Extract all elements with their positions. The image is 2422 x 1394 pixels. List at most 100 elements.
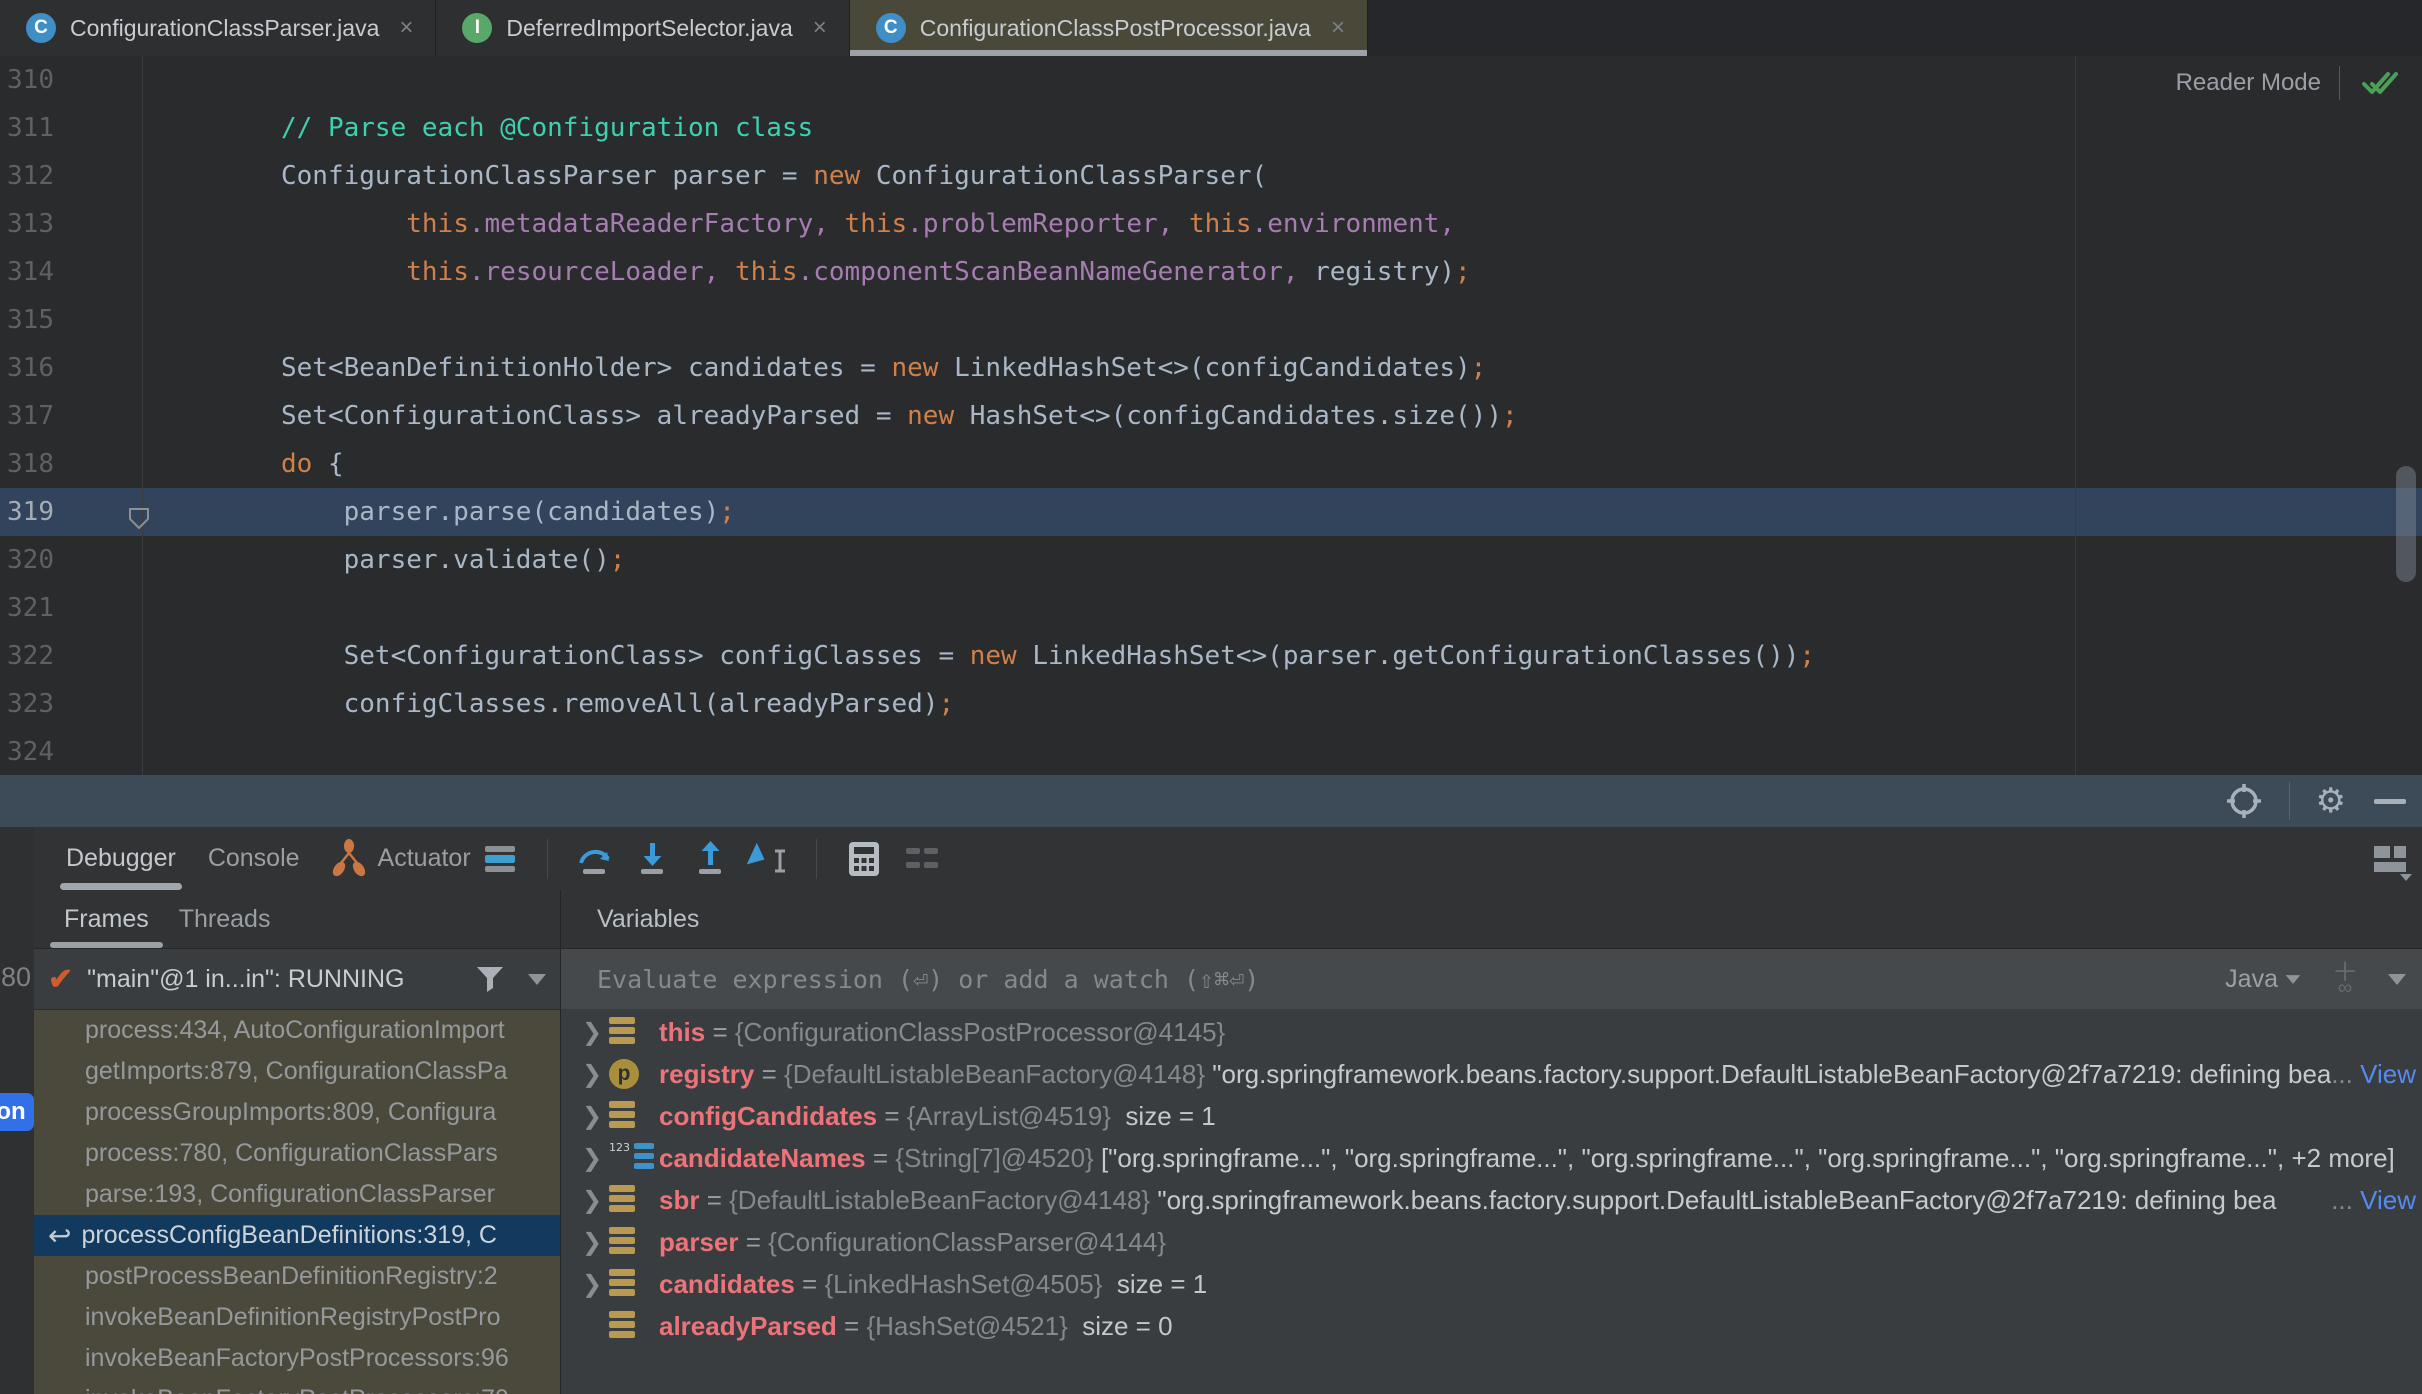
frame-row[interactable]: process:780, ConfigurationClassPars <box>34 1133 560 1174</box>
language-selector[interactable]: Java <box>2225 965 2302 994</box>
run-to-cursor-icon[interactable] <box>746 836 792 882</box>
tab-close-icon[interactable]: × <box>399 14 413 42</box>
evaluate-expression-row[interactable]: Evaluate expression (⏎) or add a watch (… <box>561 949 2422 1009</box>
expand-chevron-icon[interactable]: ❯ <box>575 1228 609 1256</box>
line-number[interactable]: 310 <box>0 56 142 104</box>
evaluate-expression-icon[interactable] <box>841 836 887 882</box>
reader-mode-label[interactable]: Reader Mode <box>2176 69 2321 97</box>
editor-gutter[interactable]: 3103113123133143153163173183193203213223… <box>0 56 143 775</box>
code-line[interactable]: this.resourceLoader, this.componentScanB… <box>0 248 2422 296</box>
frame-row[interactable]: getImports:879, ConfigurationClassPa <box>34 1051 560 1092</box>
frames-subtab-threads[interactable]: Threads <box>179 890 271 948</box>
settings-gear-icon[interactable]: ⚙ <box>2316 784 2346 818</box>
tab-filename: DeferredImportSelector.java <box>506 15 792 42</box>
debug-panel-titlebar[interactable]: ⚙ <box>0 775 2422 827</box>
expand-chevron-icon[interactable]: ❯ <box>575 1186 609 1214</box>
code-editor[interactable]: // Parse each @Configuration classConfig… <box>0 56 2422 775</box>
code-line[interactable]: Set<ConfigurationClass> alreadyParsed = … <box>0 392 2422 440</box>
editor-tab-2[interactable]: CConfigurationClassPostProcessor.java× <box>850 0 1368 56</box>
line-number[interactable]: 322 <box>0 632 142 680</box>
frame-row-selected[interactable]: ↩processConfigBeanDefinitions:319, C <box>34 1215 560 1256</box>
line-number[interactable]: 316 <box>0 344 142 392</box>
restore-layout-icon[interactable] <box>2370 838 2414 882</box>
variable-row-registry[interactable]: ❯pregistry = {DefaultListableBeanFactory… <box>561 1053 2422 1095</box>
code-line[interactable]: Set<BeanDefinitionHolder> candidates = n… <box>0 344 2422 392</box>
debug-tab-console[interactable]: Console <box>208 827 300 890</box>
expand-chevron-icon[interactable]: ❯ <box>575 1270 609 1298</box>
code-line[interactable]: // Parse each @Configuration class <box>0 104 2422 152</box>
thread-selector[interactable]: ✔ "main"@1 in...in": RUNNING <box>34 949 560 1010</box>
filter-frames-icon[interactable] <box>474 964 506 994</box>
expand-chevron-icon[interactable]: ❯ <box>575 1102 609 1130</box>
variable-row-alreadyParsed[interactable]: alreadyParsed = {HashSet@4521} size = 0 <box>561 1305 2422 1347</box>
debug-tab-debugger[interactable]: Debugger <box>66 827 176 890</box>
expand-chevron-icon[interactable]: ❯ <box>575 1144 609 1172</box>
evaluate-expression-input[interactable]: Evaluate expression (⏎) or add a watch (… <box>597 965 2205 994</box>
line-number[interactable]: 315 <box>0 296 142 344</box>
frame-row[interactable]: processGroupImports:809, Configura <box>34 1092 560 1133</box>
step-over-icon[interactable] <box>572 836 618 882</box>
editor-scrollbar-thumb[interactable] <box>2396 466 2416 582</box>
expand-chevron-icon[interactable]: ❯ <box>575 1060 609 1088</box>
line-number[interactable]: 318 <box>0 440 142 488</box>
code-line[interactable]: this.metadataReaderFactory, this.problem… <box>0 200 2422 248</box>
code-line[interactable]: parser.validate(); <box>0 536 2422 584</box>
code-token: new <box>891 353 938 383</box>
line-number[interactable]: 320 <box>0 536 142 584</box>
view-link[interactable]: ... View <box>2331 1059 2422 1090</box>
variable-row-this[interactable]: ❯this = {ConfigurationClassPostProcessor… <box>561 1011 2422 1053</box>
frames-subtab-frames[interactable]: Frames <box>64 890 149 948</box>
code-line[interactable]: Set<ConfigurationClass> configClasses = … <box>0 632 2422 680</box>
line-number[interactable]: 324 <box>0 728 142 775</box>
frame-row[interactable]: postProcessBeanDefinitionRegistry:2 <box>34 1256 560 1297</box>
frame-row[interactable]: invokeBeanFactoryPostProcessors:70 <box>34 1379 560 1394</box>
code-line[interactable]: configClasses.removeAll(alreadyParsed); <box>0 680 2422 728</box>
editor-tab-1[interactable]: IDeferredImportSelector.java× <box>436 0 849 56</box>
frame-row[interactable]: invokeBeanFactoryPostProcessors:96 <box>34 1338 560 1379</box>
line-number[interactable]: 313 <box>0 200 142 248</box>
line-number[interactable]: 314 <box>0 248 142 296</box>
value-variable-icon <box>609 1185 645 1215</box>
variable-row-candidateNames[interactable]: ❯123candidateNames = {String[7]@4520} ["… <box>561 1137 2422 1179</box>
code-token: ; <box>1799 641 1815 671</box>
frame-row[interactable]: invokeBeanDefinitionRegistryPostPro <box>34 1297 560 1338</box>
clipped-blue-badge: on <box>0 1093 34 1131</box>
tab-close-icon[interactable]: × <box>813 14 827 42</box>
line-number[interactable]: 319 <box>0 488 142 536</box>
line-number[interactable]: 312 <box>0 152 142 200</box>
variable-row-sbr[interactable]: ❯sbr = {DefaultListableBeanFactory@4148}… <box>561 1179 2422 1221</box>
step-out-icon[interactable] <box>688 836 734 882</box>
expand-watches-caret[interactable] <box>2388 974 2406 985</box>
debug-tab-actuator[interactable]: Actuator <box>332 827 471 890</box>
variable-row-parser[interactable]: ❯parser = {ConfigurationClassParser@4144… <box>561 1221 2422 1263</box>
line-number[interactable]: 311 <box>0 104 142 152</box>
code-line[interactable] <box>0 584 2422 632</box>
code-line[interactable] <box>0 56 2422 104</box>
inspections-ok-icon[interactable] <box>2358 66 2398 100</box>
fold-region-icon[interactable] <box>126 505 152 531</box>
code-line[interactable] <box>0 296 2422 344</box>
code-line[interactable]: do { <box>0 440 2422 488</box>
variable-row-candidates[interactable]: ❯candidates = {LinkedHashSet@4505} size … <box>561 1263 2422 1305</box>
layout-settings-icon[interactable] <box>899 836 945 882</box>
editor-tab-0[interactable]: CConfigurationClassParser.java× <box>0 0 436 56</box>
show-execution-point-icon[interactable] <box>2225 782 2263 820</box>
view-options-icon[interactable] <box>477 836 523 882</box>
frame-row[interactable]: parse:193, ConfigurationClassParser <box>34 1174 560 1215</box>
view-link[interactable]: ... View <box>2331 1185 2422 1216</box>
code-line[interactable] <box>0 728 2422 775</box>
variable-row-configCandidates[interactable]: ❯configCandidates = {ArrayList@4519} siz… <box>561 1095 2422 1137</box>
thread-dropdown-caret[interactable] <box>528 974 546 985</box>
expand-chevron-icon[interactable]: ❯ <box>575 1018 609 1046</box>
tab-close-icon[interactable]: × <box>1331 14 1345 42</box>
line-number[interactable]: 323 <box>0 680 142 728</box>
add-watch-icon[interactable]: ＋∞ <box>2332 963 2358 995</box>
current-execution-line[interactable]: parser.parse(candidates); <box>0 488 2422 536</box>
code-token: .metadataReaderFactory, <box>469 209 845 239</box>
frame-row[interactable]: process:434, AutoConfigurationImport <box>34 1010 560 1051</box>
code-line[interactable]: ConfigurationClassParser parser = new Co… <box>0 152 2422 200</box>
step-into-icon[interactable] <box>630 836 676 882</box>
line-number[interactable]: 317 <box>0 392 142 440</box>
minimize-icon[interactable] <box>2372 796 2408 806</box>
line-number[interactable]: 321 <box>0 584 142 632</box>
